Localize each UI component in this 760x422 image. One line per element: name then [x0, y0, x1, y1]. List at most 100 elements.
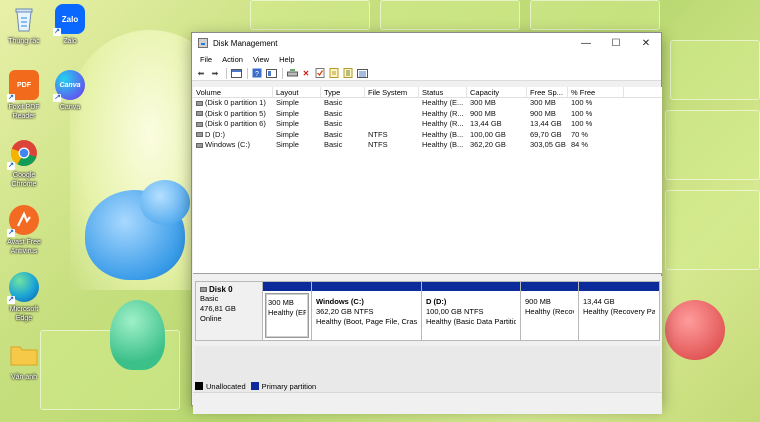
shortcut-arrow-icon: ↗: [7, 296, 15, 304]
wizard-icon[interactable]: [328, 67, 340, 79]
table-row[interactable]: (Disk 0 partition 1) Simple Basic Health…: [193, 98, 662, 109]
column-header-layout[interactable]: Layout: [273, 87, 321, 97]
type-cell: Basic: [324, 119, 343, 128]
recycle-bin-icon: [9, 4, 39, 34]
delete-icon[interactable]: ✕: [300, 67, 312, 79]
console-tree-icon[interactable]: [230, 67, 242, 79]
column-header-volume[interactable]: Volume: [193, 87, 273, 97]
toolbar-separator: [247, 67, 248, 79]
partition-d[interactable]: D (D:) 100,00 GB NTFS Healthy (Basic Dat…: [422, 281, 521, 341]
table-row[interactable]: (Disk 0 partition 5) Simple Basic Health…: [193, 109, 662, 120]
folder-icon: [9, 340, 39, 370]
connect-drive-icon[interactable]: [286, 67, 298, 79]
svg-text:?: ?: [255, 71, 259, 78]
file-system-cell: [365, 109, 419, 120]
disk-icon: [200, 287, 207, 292]
table-row[interactable]: D (D:) Simple Basic NTFS Healthy (B... 1…: [193, 130, 662, 141]
shortcut-arrow-icon: ↗: [53, 94, 61, 102]
wallpaper-character-head: [140, 180, 190, 225]
drive-icon: [196, 142, 203, 148]
disk-label[interactable]: Disk 0 Basic 476,81 GB Online: [195, 281, 263, 341]
window-title: Disk Management: [213, 38, 278, 48]
disk-type: Basic: [200, 294, 219, 303]
drive-icon: [196, 111, 203, 117]
wallpaper-brick: [665, 110, 760, 180]
toolbar-separator: [282, 67, 283, 79]
free-space-cell: 69,70 GB: [530, 129, 562, 139]
menu-help[interactable]: Help: [274, 55, 299, 64]
volume-name: (Disk 0 partition 6): [205, 119, 266, 128]
partition-details: 900 MB Healthy (Recov: [523, 293, 576, 338]
status-cell: Healthy (R...: [422, 119, 464, 128]
table-row[interactable]: Windows (C:) Simple Basic NTFS Healthy (…: [193, 140, 662, 151]
legend: Unallocated Primary partition: [195, 380, 321, 392]
close-button[interactable]: ✕: [631, 33, 661, 53]
minimize-button[interactable]: —: [571, 33, 601, 53]
type-cell: Basic: [324, 108, 343, 118]
legend-label-unallocated: Unallocated: [206, 381, 246, 391]
disk-status: Online: [200, 314, 222, 323]
title-bar[interactable]: Disk Management — ☐ ✕: [192, 33, 661, 53]
maximize-button[interactable]: ☐: [601, 33, 631, 53]
table-row[interactable]: (Disk 0 partition 6) Simple Basic Health…: [193, 119, 662, 130]
column-header-free-space[interactable]: Free Sp...: [527, 87, 568, 97]
menu-action[interactable]: Action: [217, 55, 248, 64]
partition-recovery-13gb[interactable]: 13,44 GB Healthy (Recovery Par: [579, 281, 660, 341]
chrome-icon: ↗: [7, 138, 39, 170]
wallpaper-spinning-top: [110, 300, 165, 370]
settings-list-icon[interactable]: [356, 67, 368, 79]
volume-cell: (Disk 0 partition 6): [193, 119, 273, 130]
column-header-type[interactable]: Type: [321, 87, 365, 97]
shortcut-arrow-icon: ↗: [7, 94, 15, 102]
volume-cell: (Disk 0 partition 1): [193, 98, 273, 109]
column-header-file-system[interactable]: File System: [365, 87, 419, 97]
free-space-cell: 300 MB: [530, 98, 556, 107]
desktop-icon-canva[interactable]: Canva ↗ Canva: [48, 70, 92, 112]
file-system-cell: NTFS: [368, 140, 388, 149]
file-system-cell: NTFS: [368, 129, 388, 139]
partition-status: Healthy (Basic Data Partitic: [426, 317, 516, 326]
desktop-icon-label: Thùng rác: [8, 38, 40, 45]
percent-free-cell: 100 %: [571, 108, 593, 118]
disk-management-window: Disk Management — ☐ ✕ File Action View H…: [191, 32, 662, 414]
desktop-icon-folder[interactable]: Văn anh: [2, 340, 46, 382]
desktop-icon-chrome[interactable]: ↗ Google Chrome: [2, 138, 46, 189]
desktop-icon-avast[interactable]: ↗ Avast Free Antivirus: [2, 205, 46, 256]
capacity-cell: 300 MB: [470, 98, 496, 107]
partition-bar: [579, 282, 659, 291]
desktop-icon-label: Canva: [59, 104, 81, 111]
desktop-icon-recycle-bin[interactable]: Thùng rác: [2, 4, 46, 46]
column-header-status[interactable]: Status: [419, 87, 467, 97]
desktop-icon-label: Foxit PDF Reader: [8, 104, 40, 120]
help-icon[interactable]: ?: [251, 67, 263, 79]
status-cell: Healthy (E...: [422, 98, 464, 107]
partition-windows-c[interactable]: Windows (C:) 362,20 GB NTFS Healthy (Boo…: [312, 281, 422, 341]
partition-bar: [312, 282, 421, 291]
wallpaper-brick: [670, 40, 760, 100]
legend-label-primary: Primary partition: [261, 381, 317, 391]
column-header-capacity[interactable]: Capacity: [467, 87, 527, 97]
back-arrow-icon[interactable]: ⬅: [195, 67, 207, 79]
column-header-percent-free[interactable]: % Free: [568, 87, 624, 97]
disk-management-app-icon: [198, 38, 208, 48]
foxit-pdf-icon-text: PDF: [17, 81, 31, 89]
rescan-icon[interactable]: [342, 67, 354, 79]
menu-file[interactable]: File: [195, 55, 217, 64]
legend-swatch-primary: [250, 382, 259, 390]
partition-efi[interactable]: 300 MB Healthy (EFI: [263, 281, 312, 341]
check-icon[interactable]: [314, 67, 326, 79]
properties-icon[interactable]: [265, 67, 277, 79]
volume-name: (Disk 0 partition 5): [205, 108, 266, 118]
desktop-icon-label: Microsoft Edge: [9, 306, 39, 322]
menu-view[interactable]: View: [248, 55, 274, 64]
desktop-icon-foxit[interactable]: PDF ↗ Foxit PDF Reader: [2, 70, 46, 121]
desktop-icon-zalo[interactable]: Zalo ↗ Zalo: [48, 4, 92, 46]
percent-free-cell: 84 %: [571, 140, 589, 149]
partition-recovery-900mb[interactable]: 900 MB Healthy (Recov: [521, 281, 579, 341]
file-system-cell: [365, 119, 419, 130]
desktop-icon-edge[interactable]: ↗ Microsoft Edge: [2, 272, 46, 323]
partition-details: Windows (C:) 362,20 GB NTFS Healthy (Boo…: [314, 293, 419, 338]
forward-arrow-icon[interactable]: ➡: [209, 67, 221, 79]
partition-size: 900 MB: [525, 297, 551, 306]
partition-status: Healthy (Recov: [525, 307, 574, 316]
